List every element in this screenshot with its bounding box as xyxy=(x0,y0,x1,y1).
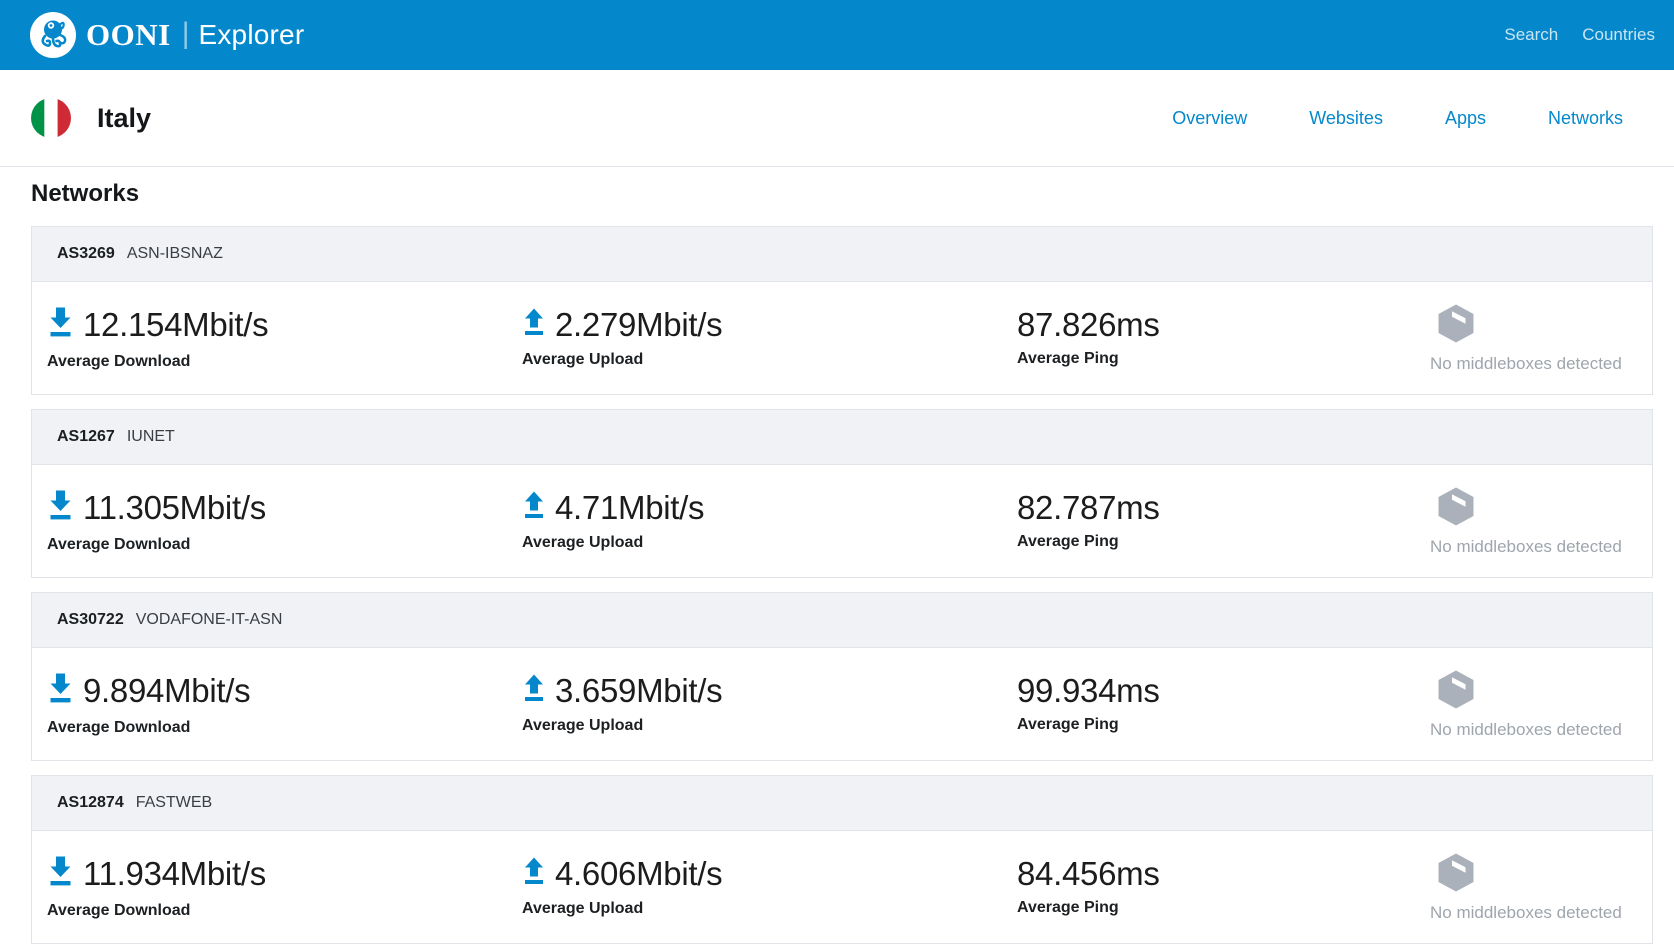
ping-stat: 84.456ms Average Ping xyxy=(1002,857,1427,917)
asn-number: AS30722 xyxy=(57,611,124,629)
ping-stat: 87.826ms Average Ping xyxy=(1002,308,1427,368)
asn-name: FASTWEB xyxy=(136,794,212,812)
network-card-header: AS30722 VODAFONE-IT-ASN xyxy=(32,593,1652,648)
network-card-body: 9.894Mbit/s Average Download 3.659Mbit/s… xyxy=(32,648,1652,760)
ping-value: 82.787ms xyxy=(1017,491,1160,524)
download-stat: 12.154Mbit/s Average Download xyxy=(32,305,507,371)
download-icon xyxy=(47,305,74,344)
middlebox-stat: No middleboxes detected xyxy=(1427,851,1652,923)
download-label: Average Download xyxy=(47,719,507,737)
network-card-header: AS3269 ASN-IBSNAZ xyxy=(32,227,1652,282)
asn-name: VODAFONE-IT-ASN xyxy=(136,611,283,629)
tab-networks[interactable]: Networks xyxy=(1548,108,1623,129)
download-value: 11.305Mbit/s xyxy=(83,491,266,524)
middlebox-status: No middleboxes detected xyxy=(1430,354,1652,374)
upload-label: Average Upload xyxy=(522,534,1002,552)
download-stat: 9.894Mbit/s Average Download xyxy=(32,671,507,737)
ping-label: Average Ping xyxy=(1017,716,1427,734)
upload-stat: 3.659Mbit/s Average Upload xyxy=(507,673,1002,735)
network-card-body: 12.154Mbit/s Average Download 2.279Mbit/… xyxy=(32,282,1652,394)
upload-stat: 4.71Mbit/s Average Upload xyxy=(507,490,1002,552)
asn-number: AS1267 xyxy=(57,428,115,446)
middlebox-package-icon xyxy=(1434,851,1652,899)
network-card[interactable]: AS30722 VODAFONE-IT-ASN 9.894Mbit/s Aver… xyxy=(31,592,1653,761)
download-label: Average Download xyxy=(47,353,507,371)
upload-label: Average Upload xyxy=(522,900,1002,918)
countries-link[interactable]: Countries xyxy=(1582,25,1655,45)
download-value: 11.934Mbit/s xyxy=(83,857,266,890)
upload-icon xyxy=(522,673,546,708)
download-value: 12.154Mbit/s xyxy=(83,308,268,341)
ping-stat: 82.787ms Average Ping xyxy=(1002,491,1427,551)
middlebox-status: No middleboxes detected xyxy=(1430,903,1652,923)
upload-label: Average Upload xyxy=(522,717,1002,735)
asn-name: IUNET xyxy=(127,428,175,446)
ping-label: Average Ping xyxy=(1017,899,1427,917)
download-stat: 11.305Mbit/s Average Download xyxy=(32,488,507,554)
ooni-logo-icon[interactable] xyxy=(30,12,76,58)
ping-label: Average Ping xyxy=(1017,350,1427,368)
upload-value: 4.606Mbit/s xyxy=(555,857,722,890)
middlebox-package-icon xyxy=(1434,668,1652,716)
network-card[interactable]: AS12874 FASTWEB 11.934Mbit/s Average Dow… xyxy=(31,775,1653,944)
asn-number: AS12874 xyxy=(57,794,124,812)
country-header: Italy Overview Websites Apps Networks xyxy=(0,70,1674,167)
brand-separator: | xyxy=(182,17,190,51)
network-card[interactable]: AS1267 IUNET 11.305Mbit/s Average Downlo… xyxy=(31,409,1653,578)
search-link[interactable]: Search xyxy=(1504,25,1558,45)
brand-name: OONI xyxy=(86,17,171,53)
middlebox-status: No middleboxes detected xyxy=(1430,720,1652,740)
download-stat: 11.934Mbit/s Average Download xyxy=(32,854,507,920)
download-value: 9.894Mbit/s xyxy=(83,674,250,707)
topbar-links: Search Countries xyxy=(1504,25,1655,45)
upload-stat: 2.279Mbit/s Average Upload xyxy=(507,307,1002,369)
brand[interactable]: OONI | Explorer xyxy=(86,17,304,53)
ping-value: 84.456ms xyxy=(1017,857,1160,890)
upload-label: Average Upload xyxy=(522,351,1002,369)
network-card-body: 11.305Mbit/s Average Download 4.71Mbit/s… xyxy=(32,465,1652,577)
download-label: Average Download xyxy=(47,902,507,920)
ping-value: 99.934ms xyxy=(1017,674,1160,707)
ping-label: Average Ping xyxy=(1017,533,1427,551)
network-card-header: AS12874 FASTWEB xyxy=(32,776,1652,831)
middlebox-package-icon xyxy=(1434,302,1652,350)
section-title: Networks xyxy=(31,180,1653,208)
upload-value: 3.659Mbit/s xyxy=(555,674,722,707)
middlebox-status: No middleboxes detected xyxy=(1430,537,1652,557)
tab-apps[interactable]: Apps xyxy=(1445,108,1486,129)
download-icon xyxy=(47,854,74,893)
upload-icon xyxy=(522,490,546,525)
network-card-body: 11.934Mbit/s Average Download 4.606Mbit/… xyxy=(32,831,1652,943)
download-icon xyxy=(47,671,74,710)
network-card[interactable]: AS3269 ASN-IBSNAZ 12.154Mbit/s Average D… xyxy=(31,226,1653,395)
network-card-header: AS1267 IUNET xyxy=(32,410,1652,465)
tab-websites[interactable]: Websites xyxy=(1309,108,1383,129)
middlebox-stat: No middleboxes detected xyxy=(1427,485,1652,557)
upload-value: 4.71Mbit/s xyxy=(555,491,704,524)
asn-name: ASN-IBSNAZ xyxy=(127,245,223,263)
ping-value: 87.826ms xyxy=(1017,308,1160,341)
upload-stat: 4.606Mbit/s Average Upload xyxy=(507,856,1002,918)
asn-number: AS3269 xyxy=(57,245,115,263)
brand-subtitle: Explorer xyxy=(198,19,304,51)
upload-value: 2.279Mbit/s xyxy=(555,308,722,341)
middlebox-package-icon xyxy=(1434,485,1652,533)
middlebox-stat: No middleboxes detected xyxy=(1427,668,1652,740)
download-icon xyxy=(47,488,74,527)
top-navbar: OONI | Explorer Search Countries xyxy=(0,0,1674,70)
upload-icon xyxy=(522,307,546,342)
download-label: Average Download xyxy=(47,536,507,554)
networks-section: Networks AS3269 ASN-IBSNAZ 12.154Mbit/s … xyxy=(0,167,1674,944)
middlebox-stat: No middleboxes detected xyxy=(1427,302,1652,374)
italy-flag-icon xyxy=(31,98,71,138)
tab-overview[interactable]: Overview xyxy=(1172,108,1247,129)
country-nav: Overview Websites Apps Networks xyxy=(1172,108,1623,129)
upload-icon xyxy=(522,856,546,891)
ping-stat: 99.934ms Average Ping xyxy=(1002,674,1427,734)
country-name: Italy xyxy=(97,103,151,134)
